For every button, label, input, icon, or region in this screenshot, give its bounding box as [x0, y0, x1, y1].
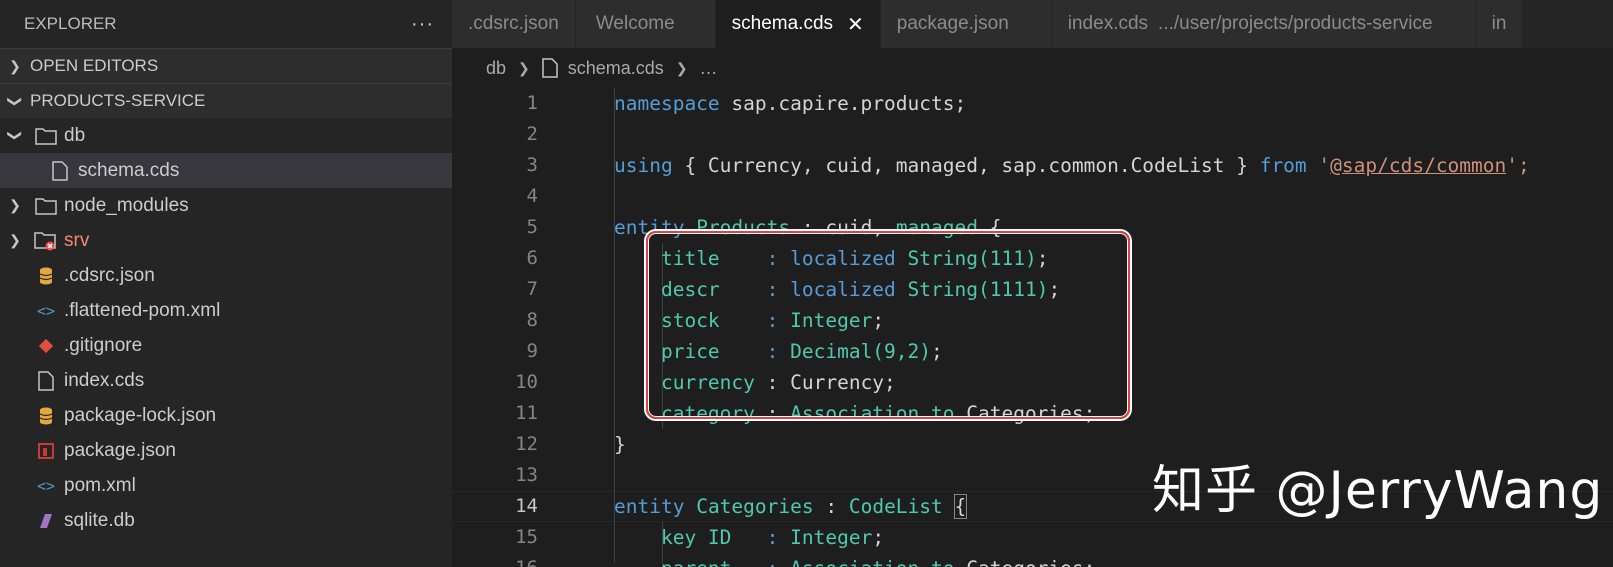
- tree-item-schema-cds[interactable]: schema.cds: [0, 153, 452, 188]
- tree-item-package-json[interactable]: package.json: [0, 433, 452, 468]
- chevron-right-icon: ❯: [9, 197, 21, 213]
- xml-icon: <>: [36, 301, 56, 320]
- xml-icon: <>: [36, 476, 56, 495]
- line-number: 7: [526, 278, 538, 300]
- tree-item-gitignore[interactable]: .gitignore: [0, 328, 452, 363]
- code-line-3: using { Currency, cuid, managed, sap.com…: [614, 154, 1530, 177]
- folder-icon: [30, 197, 62, 215]
- tab-cdsrc-json[interactable]: .cdsrc.json: [452, 0, 576, 48]
- chevron-down-icon: ❯: [7, 95, 24, 107]
- explorer-title: EXPLORER: [24, 14, 117, 33]
- breadcrumb-folder[interactable]: db: [486, 58, 506, 79]
- project-section[interactable]: ❯ PRODUCTS-SERVICE: [0, 83, 452, 118]
- line-number: 5: [526, 216, 538, 238]
- line-number: 6: [526, 247, 538, 269]
- tree-item-pom-xml[interactable]: <> pom.xml: [0, 468, 452, 503]
- import-path-link[interactable]: @sap/cds/common: [1330, 154, 1506, 177]
- line-number: 16: [452, 553, 548, 567]
- folder-error-icon: [30, 231, 62, 251]
- chevron-right-icon: ❯: [518, 59, 530, 76]
- tab-package-json[interactable]: package.json: [880, 0, 1052, 48]
- tree-item-db[interactable]: ❯ db: [0, 118, 452, 153]
- editor-tabs: .cdsrc.json Welcome schema.cds ✕ package…: [452, 0, 1613, 48]
- chevron-right-icon: ❯: [675, 59, 688, 76]
- tree-item-sqlite-db[interactable]: sqlite.db: [0, 503, 452, 538]
- code-line-1: namespace sap.capire.products;: [614, 92, 967, 115]
- tab-welcome[interactable]: Welcome: [575, 0, 716, 48]
- explorer-header: EXPLORER ···: [0, 0, 452, 48]
- more-actions-button[interactable]: ···: [411, 13, 434, 36]
- code-line-16: parent : Association to Categories;: [614, 553, 1613, 567]
- tab-label: package.json: [896, 13, 1009, 34]
- tab-index-cds[interactable]: index.cds .../user/projects/products-ser…: [1051, 0, 1476, 48]
- tree-item-flattened-pom[interactable]: <> .flattened-pom.xml: [0, 293, 452, 328]
- annotation-highlight-box: [646, 231, 1130, 419]
- chevron-right-icon: ❯: [9, 57, 21, 74]
- open-editors-label: OPEN EDITORS: [30, 56, 159, 75]
- npm-icon: [30, 442, 62, 459]
- chevron-down-icon: ❯: [7, 129, 24, 142]
- tab-label: schema.cds: [731, 13, 834, 34]
- line-number: 8: [526, 309, 538, 331]
- breadcrumb-more[interactable]: …: [700, 58, 718, 79]
- database-icon: [30, 407, 62, 425]
- line-number: 12: [515, 433, 538, 455]
- chevron-right-icon: ❯: [9, 232, 21, 248]
- line-number: 1: [526, 92, 538, 114]
- watermark: 知乎 @JerryWang: [1152, 461, 1604, 521]
- file-icon: [44, 160, 76, 181]
- line-number: 9: [526, 340, 538, 362]
- tree-item-cdsrc-json[interactable]: .cdsrc.json: [0, 258, 452, 293]
- tree-item-srv[interactable]: ❯ srv: [0, 223, 452, 258]
- tab-overflow[interactable]: in: [1475, 0, 1524, 48]
- cursor-brace: {: [953, 494, 968, 519]
- line-number: 11: [515, 402, 538, 424]
- line-number: 14: [515, 495, 538, 517]
- close-icon[interactable]: ✕: [847, 12, 864, 37]
- line-number: 15: [515, 526, 538, 548]
- line-number: 4: [526, 185, 538, 207]
- project-label: PRODUCTS-SERVICE: [30, 91, 206, 110]
- tree-item-package-lock[interactable]: package-lock.json: [0, 398, 452, 433]
- tab-label: index.cds: [1067, 13, 1149, 34]
- open-editors-section[interactable]: ❯ OPEN EDITORS: [0, 48, 452, 83]
- breadcrumb: db ❯ schema.cds ❯ …: [452, 48, 1613, 88]
- line-number: 13: [515, 464, 538, 486]
- tab-description: .../user/projects/products-service: [1158, 13, 1433, 34]
- tab-schema-cds[interactable]: schema.cds ✕: [715, 0, 881, 48]
- tab-label: Welcome: [595, 13, 675, 34]
- explorer-sidebar: EXPLORER ··· ❯ OPEN EDITORS ❯ PRODUCTS-S…: [0, 0, 452, 567]
- line-numbers: 12345678910111213141516: [452, 88, 548, 567]
- tab-label: .cdsrc.json: [468, 13, 559, 34]
- sqlite-icon: [30, 512, 62, 530]
- breadcrumb-file[interactable]: schema.cds: [568, 58, 664, 79]
- code-line-15: key ID : Integer;: [660, 526, 885, 549]
- file-icon: [30, 370, 62, 391]
- folder-icon: [30, 127, 62, 145]
- tree-item-node-modules[interactable]: ❯ node_modules: [0, 188, 452, 223]
- line-number: 10: [515, 371, 538, 393]
- line-number: 3: [526, 154, 538, 176]
- git-icon: [30, 338, 62, 354]
- tab-label: in: [1491, 13, 1507, 34]
- file-icon: [542, 58, 558, 78]
- line-number: 2: [526, 123, 538, 145]
- database-icon: [30, 267, 62, 285]
- tree-item-index-cds[interactable]: index.cds: [0, 363, 452, 398]
